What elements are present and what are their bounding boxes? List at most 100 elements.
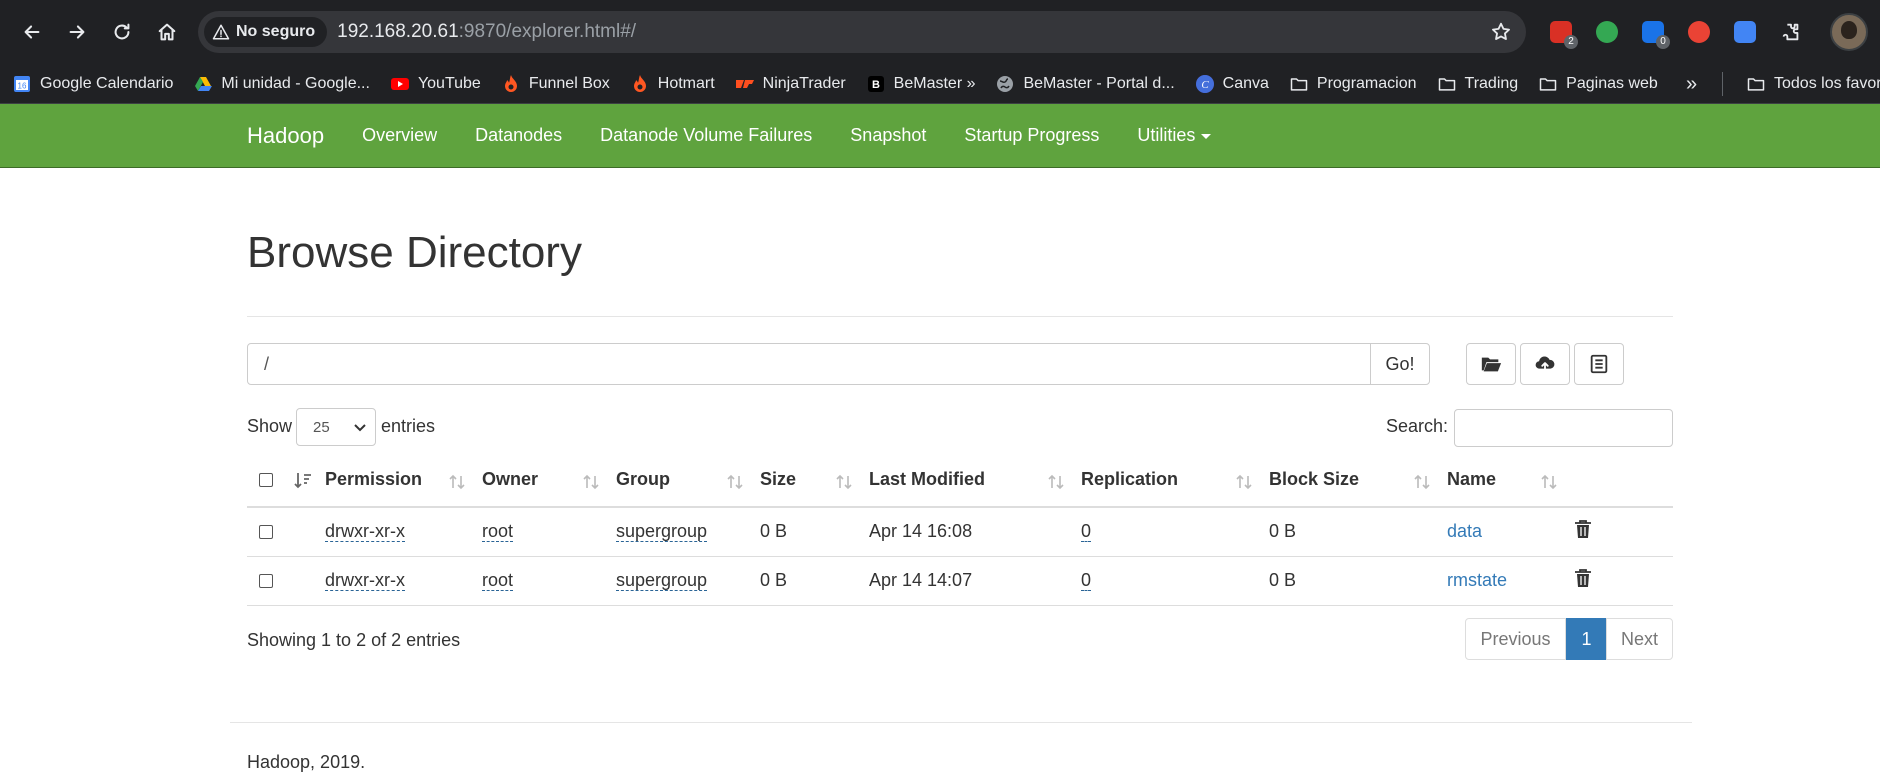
bemaster-icon: B (866, 74, 886, 94)
header-label: Size (760, 469, 797, 489)
todoist-ext-icon[interactable]: 2 (1542, 13, 1580, 51)
reload-button[interactable] (100, 10, 144, 54)
owner-link[interactable]: root (482, 521, 514, 543)
extensions-button[interactable] (1772, 13, 1810, 51)
cut-paste-button[interactable] (1574, 343, 1624, 385)
drive-icon (193, 74, 213, 94)
header-owner[interactable]: Owner (482, 453, 616, 508)
flame-icon (630, 74, 650, 94)
entries-per-page-select[interactable]: 25 (296, 408, 376, 446)
delete-button[interactable] (1574, 507, 1673, 557)
bookmarks-overflow-button[interactable]: » (1686, 73, 1697, 96)
cell-owner: root (482, 556, 616, 606)
header-permission[interactable]: Permission (325, 453, 482, 508)
robot-ext-icon[interactable] (1588, 13, 1626, 51)
security-label: No seguro (236, 23, 316, 40)
bookmark-item[interactable]: BeMaster - Portal d... (995, 74, 1175, 94)
bookmark-item[interactable]: B BeMaster » (866, 74, 975, 94)
header-label: Last Modified (869, 469, 985, 489)
url-path: :9870/explorer.html#/ (458, 21, 637, 42)
page-title: Browse Directory (247, 228, 582, 277)
bookmark-item[interactable]: Programacion (1289, 74, 1417, 94)
pieces-ext-icon[interactable]: 0 (1634, 13, 1672, 51)
show-label: Show (247, 416, 293, 436)
row-checkbox[interactable] (259, 524, 273, 539)
nav-datanode-volume-failures[interactable]: Datanode Volume Failures (600, 125, 812, 146)
profile-avatar[interactable] (1830, 13, 1868, 51)
table-row: drwxr-xr-x root supergroup 0 B Apr 14 14… (247, 556, 1673, 606)
index-sort-header[interactable] (292, 453, 325, 508)
translate-ext-icon[interactable] (1726, 13, 1764, 51)
nav-utilities-dropdown[interactable]: Utilities (1137, 125, 1212, 146)
select-all-checkbox[interactable] (259, 472, 273, 487)
bookmark-label: Funnel Box (528, 74, 610, 92)
header-actions (1574, 453, 1673, 508)
url-text[interactable]: 192.168.20.61:9870/explorer.html#/ (337, 21, 636, 43)
search-label: Search: (1386, 416, 1449, 436)
bookmark-item[interactable]: Mi unidad - Google... (193, 74, 370, 94)
page-1-button[interactable]: 1 (1566, 618, 1607, 660)
folder-icon (1289, 74, 1309, 94)
group-link[interactable]: supergroup (616, 521, 708, 543)
bookmark-item[interactable]: NinjaTrader (735, 74, 846, 94)
previous-page-button[interactable]: Previous (1465, 618, 1566, 660)
next-page-button[interactable]: Next (1606, 618, 1673, 660)
replication-link[interactable]: 0 (1081, 521, 1092, 543)
group-link[interactable]: supergroup (616, 570, 708, 591)
cell-group: supergroup (616, 556, 760, 606)
header-name[interactable]: Name (1447, 453, 1574, 508)
create-directory-button[interactable] (1466, 343, 1516, 385)
bookmark-item[interactable]: 16 Google Calendario (12, 74, 173, 94)
trash-icon (1575, 520, 1591, 539)
cell-permission: drwxr-xr-x (325, 507, 482, 557)
table-row: drwxr-xr-x root supergroup 0 B Apr 14 16… (247, 507, 1673, 557)
replication-link[interactable]: 0 (1081, 570, 1092, 591)
sort-desc-icon (294, 471, 312, 489)
nav-datanodes[interactable]: Datanodes (475, 125, 562, 146)
all-bookmarks-folder[interactable]: Todos los favor (1746, 64, 1880, 104)
header-group[interactable]: Group (616, 453, 760, 508)
stop-ext-icon[interactable] (1680, 13, 1718, 51)
cell-name: data (1447, 507, 1574, 557)
bookmark-item[interactable]: Trading (1437, 74, 1518, 94)
sort-icon (726, 473, 744, 491)
nav-overview[interactable]: Overview (362, 125, 437, 146)
navbar-brand[interactable]: Hadoop (247, 123, 324, 149)
bookmark-item[interactable]: Hotmart (630, 74, 715, 94)
row-index-cell (292, 507, 325, 557)
back-button[interactable] (10, 10, 54, 54)
security-chip[interactable]: No seguro (204, 17, 328, 47)
nav-snapshot[interactable]: Snapshot (850, 125, 926, 146)
bookmark-item[interactable]: YouTube (390, 74, 481, 94)
canva-icon: C (1195, 74, 1215, 94)
forward-button[interactable] (55, 10, 99, 54)
cell-block-size: 0 B (1269, 556, 1447, 606)
go-button[interactable]: Go! (1370, 343, 1430, 385)
search-input[interactable] (1454, 409, 1673, 447)
name-link[interactable]: rmstate (1447, 570, 1507, 590)
delete-button[interactable] (1574, 556, 1673, 606)
bookmark-star-button[interactable] (1490, 21, 1512, 43)
permission-link[interactable]: drwxr-xr-x (325, 570, 405, 591)
home-button[interactable] (145, 10, 189, 54)
entries-label: entries (381, 416, 436, 436)
permission-link[interactable]: drwxr-xr-x (325, 521, 405, 543)
bookmark-item[interactable]: Funnel Box (501, 74, 610, 94)
bookmark-item[interactable]: C Canva (1195, 74, 1269, 94)
header-replication[interactable]: Replication (1081, 453, 1269, 508)
bookmarks-bar: 16 Google Calendario Mi unidad - Google...… (0, 64, 1880, 104)
header-block-size[interactable]: Block Size (1269, 453, 1447, 508)
directory-path-input[interactable] (247, 343, 1371, 385)
bookmark-label: Hotmart (657, 74, 715, 92)
bookmark-item[interactable]: Paginas web (1538, 74, 1658, 94)
entries-select-value: 25 (313, 418, 330, 436)
row-checkbox[interactable] (259, 573, 273, 588)
caret-down-icon (1201, 133, 1212, 139)
name-link[interactable]: data (1447, 521, 1482, 541)
nav-startup-progress[interactable]: Startup Progress (964, 125, 1099, 146)
header-size[interactable]: Size (760, 453, 869, 508)
owner-link[interactable]: root (482, 570, 514, 591)
upload-button[interactable] (1520, 343, 1570, 385)
header-last-modified[interactable]: Last Modified (869, 453, 1081, 508)
address-bar[interactable]: No seguro 192.168.20.61:9870/explorer.ht… (198, 11, 1526, 53)
